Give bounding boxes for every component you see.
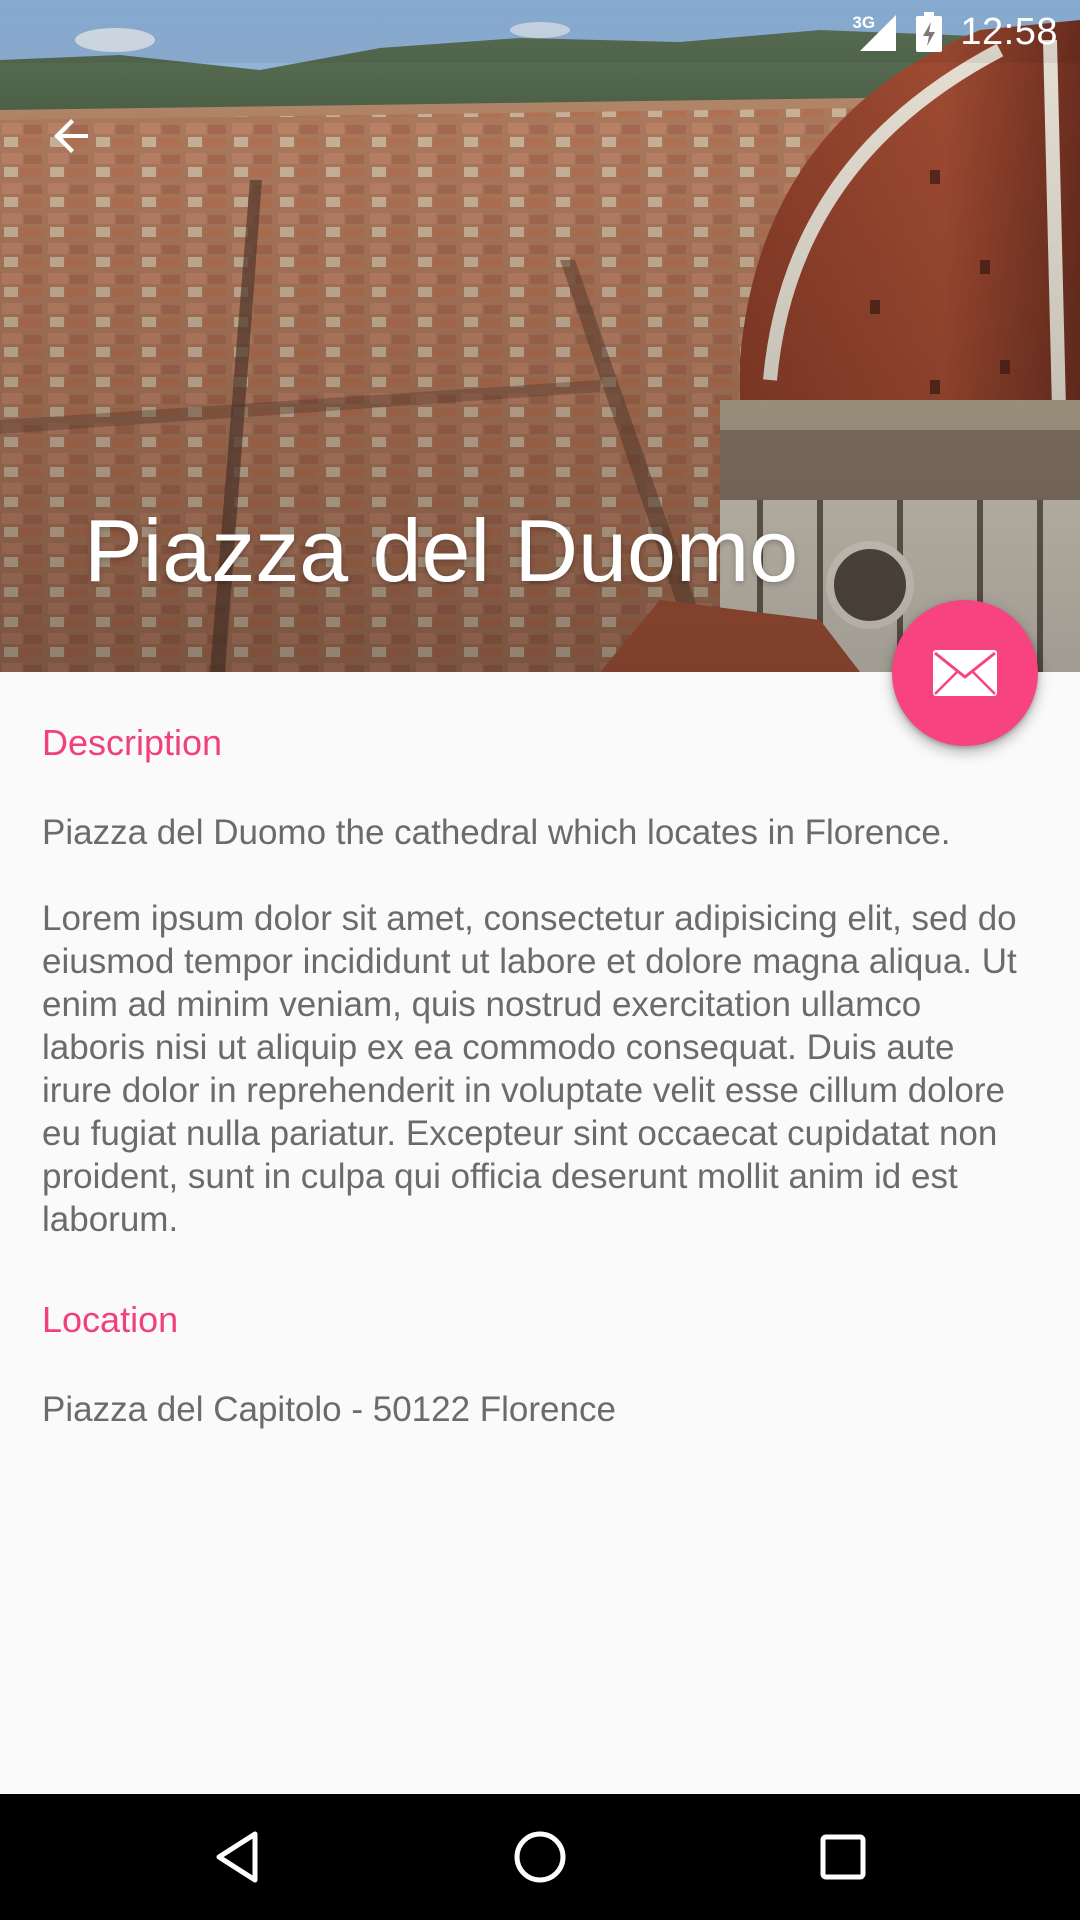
back-button[interactable] xyxy=(36,100,108,172)
detail-content: Description Piazza del Duomo the cathedr… xyxy=(42,700,1032,1431)
status-clock: 12:58 xyxy=(960,10,1058,53)
status-bar: 3G 12:58 xyxy=(0,0,1080,63)
nav-back-icon xyxy=(216,1831,258,1883)
battery-charging-icon xyxy=(916,12,943,52)
description-body: Lorem ipsum dolor sit amet, consectetur … xyxy=(42,898,1017,1239)
mail-icon xyxy=(933,650,997,696)
arrow-back-icon xyxy=(54,119,88,153)
detail-screen: 3G 12:58 Piazza del Duomo Description Pi… xyxy=(0,0,1080,1920)
status-icons: 3G 12:58 xyxy=(852,8,1058,56)
network-type-label: 3G xyxy=(852,13,876,32)
location-address: Piazza del Capitolo - 50122 Florence xyxy=(42,1389,616,1429)
nav-recents-icon xyxy=(820,1834,866,1880)
nav-home-button[interactable] xyxy=(507,1824,573,1890)
signal-icon: 3G xyxy=(852,11,898,53)
description-heading: Description xyxy=(42,722,223,763)
nav-recents-button[interactable] xyxy=(810,1824,876,1890)
description-summary: Piazza del Duomo the cathedral which loc… xyxy=(42,812,951,852)
location-heading: Location xyxy=(42,1298,179,1340)
nav-back-button[interactable] xyxy=(204,1824,270,1890)
navigation-bar xyxy=(0,1794,1080,1920)
nav-home-icon xyxy=(514,1831,566,1883)
page-title: Piazza del Duomo xyxy=(84,501,799,600)
